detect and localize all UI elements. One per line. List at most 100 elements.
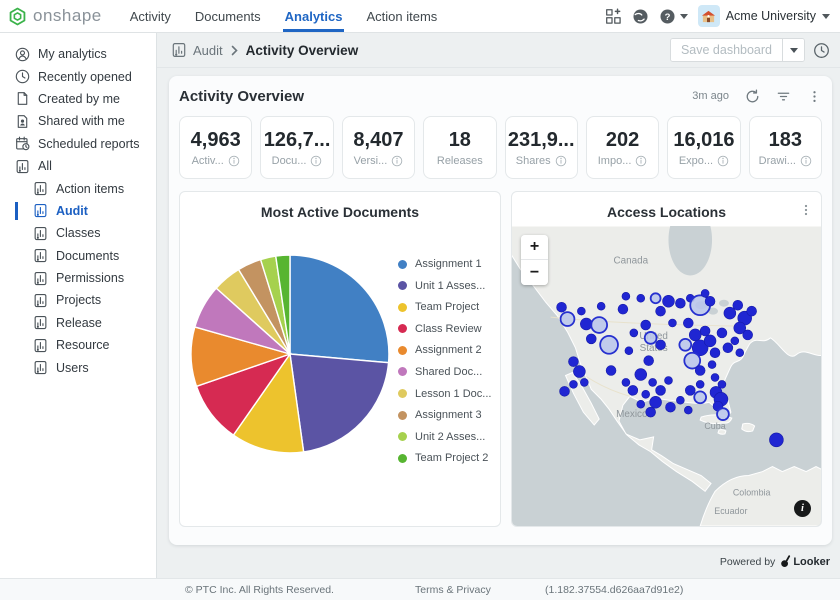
tab-action-items[interactable]: Action items — [354, 0, 449, 32]
sidebar-item-projects[interactable]: Projects — [0, 289, 156, 311]
map-marker[interactable] — [591, 317, 607, 333]
kebab-menu-icon[interactable] — [807, 89, 822, 104]
map-marker[interactable] — [718, 380, 726, 388]
map-marker[interactable] — [733, 300, 743, 310]
map-marker[interactable] — [689, 329, 701, 341]
map-marker[interactable] — [679, 339, 691, 351]
map-marker[interactable] — [656, 340, 666, 350]
zoom-out-button[interactable]: − — [521, 260, 548, 285]
pie-chart[interactable] — [188, 252, 392, 456]
sidebar-item-created-by-me[interactable]: Created by me — [0, 88, 156, 110]
apps-add-icon[interactable] — [605, 8, 622, 25]
map-marker[interactable] — [586, 334, 596, 344]
legend-item-shared-doc[interactable]: Shared Doc... — [398, 366, 491, 378]
stat-card-docu[interactable]: 126,7...Docu... — [260, 116, 333, 179]
sidebar-item-recently-opened[interactable]: Recently opened — [0, 65, 156, 87]
sidebar-item-release[interactable]: Release — [0, 312, 156, 334]
map-marker[interactable] — [628, 385, 638, 395]
map-marker[interactable] — [694, 391, 706, 403]
map-marker[interactable] — [663, 295, 675, 307]
map-marker[interactable] — [736, 349, 744, 357]
map-marker[interactable] — [704, 335, 716, 347]
map-marker[interactable] — [668, 319, 676, 327]
map-marker[interactable] — [618, 304, 628, 314]
map-marker[interactable] — [600, 336, 618, 354]
map-marker[interactable] — [637, 294, 645, 302]
map-marker[interactable] — [569, 380, 577, 388]
map-marker[interactable] — [665, 376, 673, 384]
sidebar-item-classes[interactable]: Classes — [0, 222, 156, 244]
map-marker[interactable] — [711, 374, 719, 382]
sidebar-item-shared-with-me[interactable]: Shared with me — [0, 110, 156, 132]
info-icon[interactable] — [800, 155, 812, 167]
sidebar-item-documents[interactable]: Documents — [0, 245, 156, 267]
map-marker[interactable] — [622, 292, 630, 300]
map-marker[interactable] — [717, 328, 727, 338]
sidebar-item-action-items[interactable]: Action items — [0, 177, 156, 199]
map-marker[interactable] — [676, 396, 684, 404]
pie-slice-unit-1-asses[interactable] — [290, 354, 389, 452]
info-icon[interactable] — [635, 155, 647, 167]
sidebar-item-permissions[interactable]: Permissions — [0, 267, 156, 289]
map-marker[interactable] — [769, 433, 783, 447]
brand[interactable]: onshape — [8, 6, 102, 26]
filter-icon[interactable] — [776, 89, 791, 104]
info-icon[interactable] — [310, 155, 322, 167]
map-marker[interactable] — [710, 348, 720, 358]
info-icon[interactable] — [228, 155, 240, 167]
map-marker[interactable] — [656, 306, 666, 316]
pie-slice-assignment-1[interactable] — [290, 255, 389, 363]
map-marker[interactable] — [696, 380, 704, 388]
map-marker[interactable] — [577, 307, 585, 315]
map-marker[interactable] — [717, 408, 729, 420]
map-marker[interactable] — [568, 357, 578, 367]
map-marker[interactable] — [651, 293, 661, 303]
map-marker[interactable] — [630, 329, 638, 337]
map-marker[interactable] — [685, 385, 695, 395]
legend-item-assignment-1[interactable]: Assignment 1 — [398, 258, 491, 270]
map-attribution-button[interactable]: i — [794, 500, 811, 517]
map-marker[interactable] — [561, 312, 575, 326]
legend-item-team-project[interactable]: Team Project — [398, 301, 491, 313]
breadcrumb-section[interactable]: Audit — [193, 43, 223, 58]
map-marker[interactable] — [701, 289, 709, 297]
map-marker[interactable] — [606, 366, 616, 376]
sidebar-item-resource[interactable]: Resource — [0, 334, 156, 356]
legend-item-unit-1-asses[interactable]: Unit 1 Asses... — [398, 280, 491, 292]
map-marker[interactable] — [625, 347, 633, 355]
sidebar-item-users[interactable]: Users — [0, 356, 156, 378]
map-marker[interactable] — [646, 407, 656, 417]
tab-activity[interactable]: Activity — [118, 0, 183, 32]
map-marker[interactable] — [656, 385, 666, 395]
sidebar-item-scheduled-reports[interactable]: Scheduled reports — [0, 133, 156, 155]
save-dropdown-button[interactable] — [782, 39, 804, 61]
account-menu[interactable]: Acme University — [698, 5, 830, 27]
sidebar-item-all[interactable]: All — [0, 155, 156, 177]
map-marker[interactable] — [650, 396, 662, 408]
info-icon[interactable] — [717, 155, 729, 167]
legend-item-team-project-2[interactable]: Team Project 2 — [398, 452, 491, 464]
map-marker[interactable] — [708, 361, 716, 369]
save-dashboard-button[interactable]: Save dashboard — [671, 39, 782, 61]
map-marker[interactable] — [675, 298, 685, 308]
map-marker[interactable] — [649, 378, 657, 386]
sidebar-item-my-analytics[interactable]: My analytics — [0, 43, 156, 65]
map-marker[interactable] — [560, 386, 570, 396]
kebab-menu-icon[interactable] — [799, 202, 813, 218]
zoom-in-button[interactable]: + — [521, 235, 548, 260]
map-marker[interactable] — [724, 307, 736, 319]
map-marker[interactable] — [695, 366, 705, 376]
map-marker[interactable] — [642, 390, 650, 398]
info-icon[interactable] — [555, 155, 567, 167]
map-marker[interactable] — [684, 406, 692, 414]
map-marker[interactable] — [666, 402, 676, 412]
tab-analytics[interactable]: Analytics — [273, 0, 355, 32]
map-marker[interactable] — [637, 400, 645, 408]
map-marker[interactable] — [557, 302, 567, 312]
map-marker[interactable] — [641, 320, 651, 330]
map-marker[interactable] — [622, 378, 630, 386]
map-marker[interactable] — [573, 366, 585, 378]
legend-item-class-review[interactable]: Class Review — [398, 323, 491, 335]
legend-item-assignment-2[interactable]: Assignment 2 — [398, 344, 491, 356]
map-marker[interactable] — [723, 343, 733, 353]
